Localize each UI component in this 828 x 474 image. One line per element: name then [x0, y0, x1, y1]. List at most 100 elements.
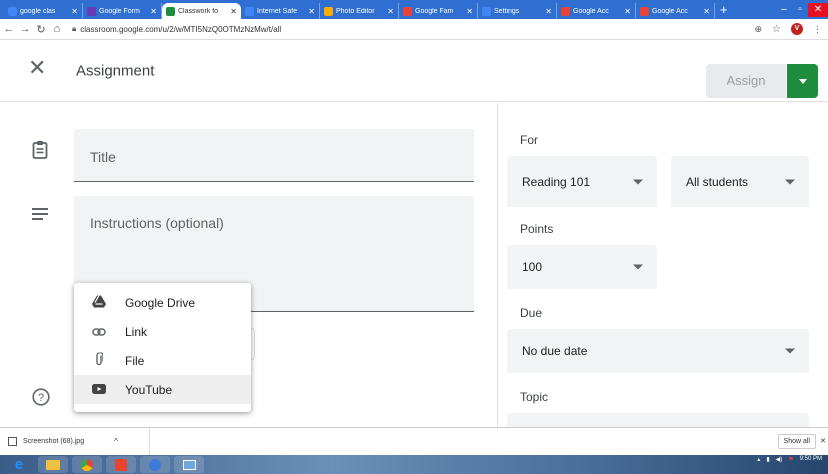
students-select[interactable]: All students [671, 156, 809, 207]
topic-select[interactable] [507, 413, 809, 427]
assign-button[interactable]: Assign [706, 64, 786, 98]
internet-explorer-icon[interactable]: e [4, 456, 34, 473]
browser-tab[interactable]: Settings ✕ [478, 3, 557, 19]
media-player-icon[interactable] [140, 456, 170, 473]
browser-tab[interactable]: Google Form ✕ [83, 3, 162, 19]
due-date-select[interactable]: No due date [507, 329, 809, 373]
tab-title: google clas [20, 7, 56, 15]
add-attachment-menu: Google Drive Link File YouTube [74, 283, 251, 412]
download-shelf: Screenshot (68).jpg ^ Show all ✕ [0, 427, 828, 456]
tab-favicon-icon [324, 6, 333, 16]
svg-text:?: ? [38, 392, 44, 404]
close-icon[interactable]: ✕ [28, 57, 46, 79]
tab-title: Google Fam [415, 7, 454, 15]
url-field[interactable]: classroom.google.com/u/2/w/MTI5NzQ0OTMzN… [80, 25, 281, 34]
menu-item-file[interactable]: File [74, 346, 251, 375]
zoom-icon[interactable]: ⊕ [754, 24, 762, 35]
tab-title: Google Acc [573, 7, 609, 15]
flag-icon[interactable]: ⚑ [788, 456, 793, 463]
tab-title: Classwork fo [178, 7, 219, 15]
back-arrow-icon[interactable]: ← [2, 23, 16, 35]
tab-title: Google Form [99, 7, 140, 15]
system-tray: ▴ ▮ ◀) ⚑ 9:50 PM [757, 456, 822, 463]
browser-tab[interactable]: Photo Editor ✕ [320, 3, 399, 19]
class-select-value: Reading 101 [522, 174, 591, 189]
youtube-icon [92, 383, 106, 397]
file-explorer-icon[interactable] [38, 456, 68, 473]
volume-icon[interactable]: ◀) [776, 456, 783, 463]
menu-item-label: Google Drive [125, 295, 196, 310]
for-label: For [520, 133, 538, 147]
snipping-tool-icon[interactable] [106, 456, 136, 473]
chevron-down-icon [633, 179, 643, 184]
title-placeholder: Title [90, 149, 116, 165]
reload-icon[interactable]: ↻ [34, 23, 48, 36]
forward-arrow-icon[interactable]: → [18, 23, 32, 35]
lock-icon: 🔒︎ [72, 24, 77, 33]
show-all-button[interactable]: Show all [777, 434, 816, 449]
points-select[interactable]: 100 [507, 245, 657, 289]
title-field[interactable]: Title [74, 129, 474, 182]
tab-close-icon[interactable]: ✕ [624, 7, 631, 16]
points-select-value: 100 [522, 260, 543, 274]
bookmark-star-icon[interactable]: ☆ [772, 24, 781, 35]
tab-title: Internet Safe [257, 7, 298, 15]
browser-tab[interactable]: Google Fam ✕ [399, 3, 478, 19]
tab-close-icon[interactable]: ✕ [71, 7, 78, 16]
caret-down-icon [798, 79, 807, 85]
chevron-up-icon[interactable]: ^ [114, 437, 118, 446]
tab-favicon-icon [640, 6, 649, 16]
tab-favicon-icon [482, 6, 491, 16]
tab-close-icon[interactable]: ✕ [230, 7, 237, 16]
browser-tab[interactable]: Internet Safe ✕ [241, 3, 320, 19]
students-select-value: All students [686, 174, 749, 189]
restore-icon[interactable]: ▫ [792, 4, 808, 15]
tab-close-icon[interactable]: ✕ [703, 7, 710, 16]
tab-close-icon[interactable]: ✕ [545, 7, 552, 16]
home-icon[interactable]: ⌂ [50, 23, 64, 35]
tab-favicon-icon [8, 6, 17, 16]
browser-tab-strip: google clas ✕ Google Form ✕ Classwork fo ✕ Int… [0, 0, 828, 19]
download-item[interactable]: Screenshot (68).jpg ^ [0, 427, 150, 456]
topic-label: Topic [520, 390, 549, 404]
browser-tab[interactable]: Google Acc ✕ [636, 3, 715, 19]
network-icon[interactable]: ▮ [766, 456, 769, 463]
minimize-icon[interactable]: – [776, 4, 792, 15]
tab-close-icon[interactable]: ✕ [308, 7, 315, 16]
menu-item-link[interactable]: Link [74, 317, 251, 346]
assign-options-button[interactable] [787, 64, 818, 98]
tab-title: Google Acc [652, 7, 688, 15]
help-icon[interactable]: ? [32, 388, 50, 406]
window-close-icon[interactable]: ✕ [808, 2, 828, 17]
browser-tab[interactable]: Classwork fo ✕ [162, 3, 241, 19]
photo-viewer-icon[interactable] [174, 456, 204, 473]
class-select[interactable]: Reading 101 [507, 156, 657, 207]
clipboard-icon [32, 141, 48, 159]
windows-taskbar: e ▴ ▮ ◀) ⚑ 9:50 PM [0, 455, 828, 474]
page-title: Assignment [76, 62, 155, 80]
tray-arrow-icon[interactable]: ▴ [757, 456, 760, 463]
browser-tab[interactable]: Google Acc ✕ [557, 3, 636, 19]
google-drive-icon [92, 294, 106, 310]
download-bar-close-icon[interactable]: ✕ [820, 437, 826, 445]
instructions-placeholder: Instructions (optional) [90, 215, 224, 231]
browser-tab[interactable]: google clas ✕ [4, 3, 83, 19]
new-tab-button[interactable]: + [720, 2, 728, 17]
tab-close-icon[interactable]: ✕ [466, 7, 473, 16]
browser-menu-icon[interactable]: ⋮ [813, 24, 822, 35]
tab-favicon-icon [166, 6, 175, 16]
clock[interactable]: 9:50 PM [800, 456, 822, 463]
menu-item-youtube[interactable]: YouTube [74, 375, 251, 404]
menu-item-google-drive[interactable]: Google Drive [74, 288, 251, 317]
due-date-value: No due date [522, 344, 588, 358]
tab-close-icon[interactable]: ✕ [150, 7, 157, 16]
window-controls: – ▫ ✕ [776, 0, 828, 19]
profile-avatar[interactable]: V [791, 23, 803, 35]
chevron-down-icon [785, 179, 795, 184]
download-filename: Screenshot (68).jpg [23, 438, 85, 445]
notes-lines-icon [32, 208, 48, 220]
tab-close-icon[interactable]: ✕ [387, 7, 394, 16]
due-label: Due [520, 306, 543, 320]
chrome-icon[interactable] [72, 456, 102, 473]
address-bar-row: ← → ↻ ⌂ 🔒︎ classroom.google.com/u/2/w/MT… [0, 19, 828, 40]
